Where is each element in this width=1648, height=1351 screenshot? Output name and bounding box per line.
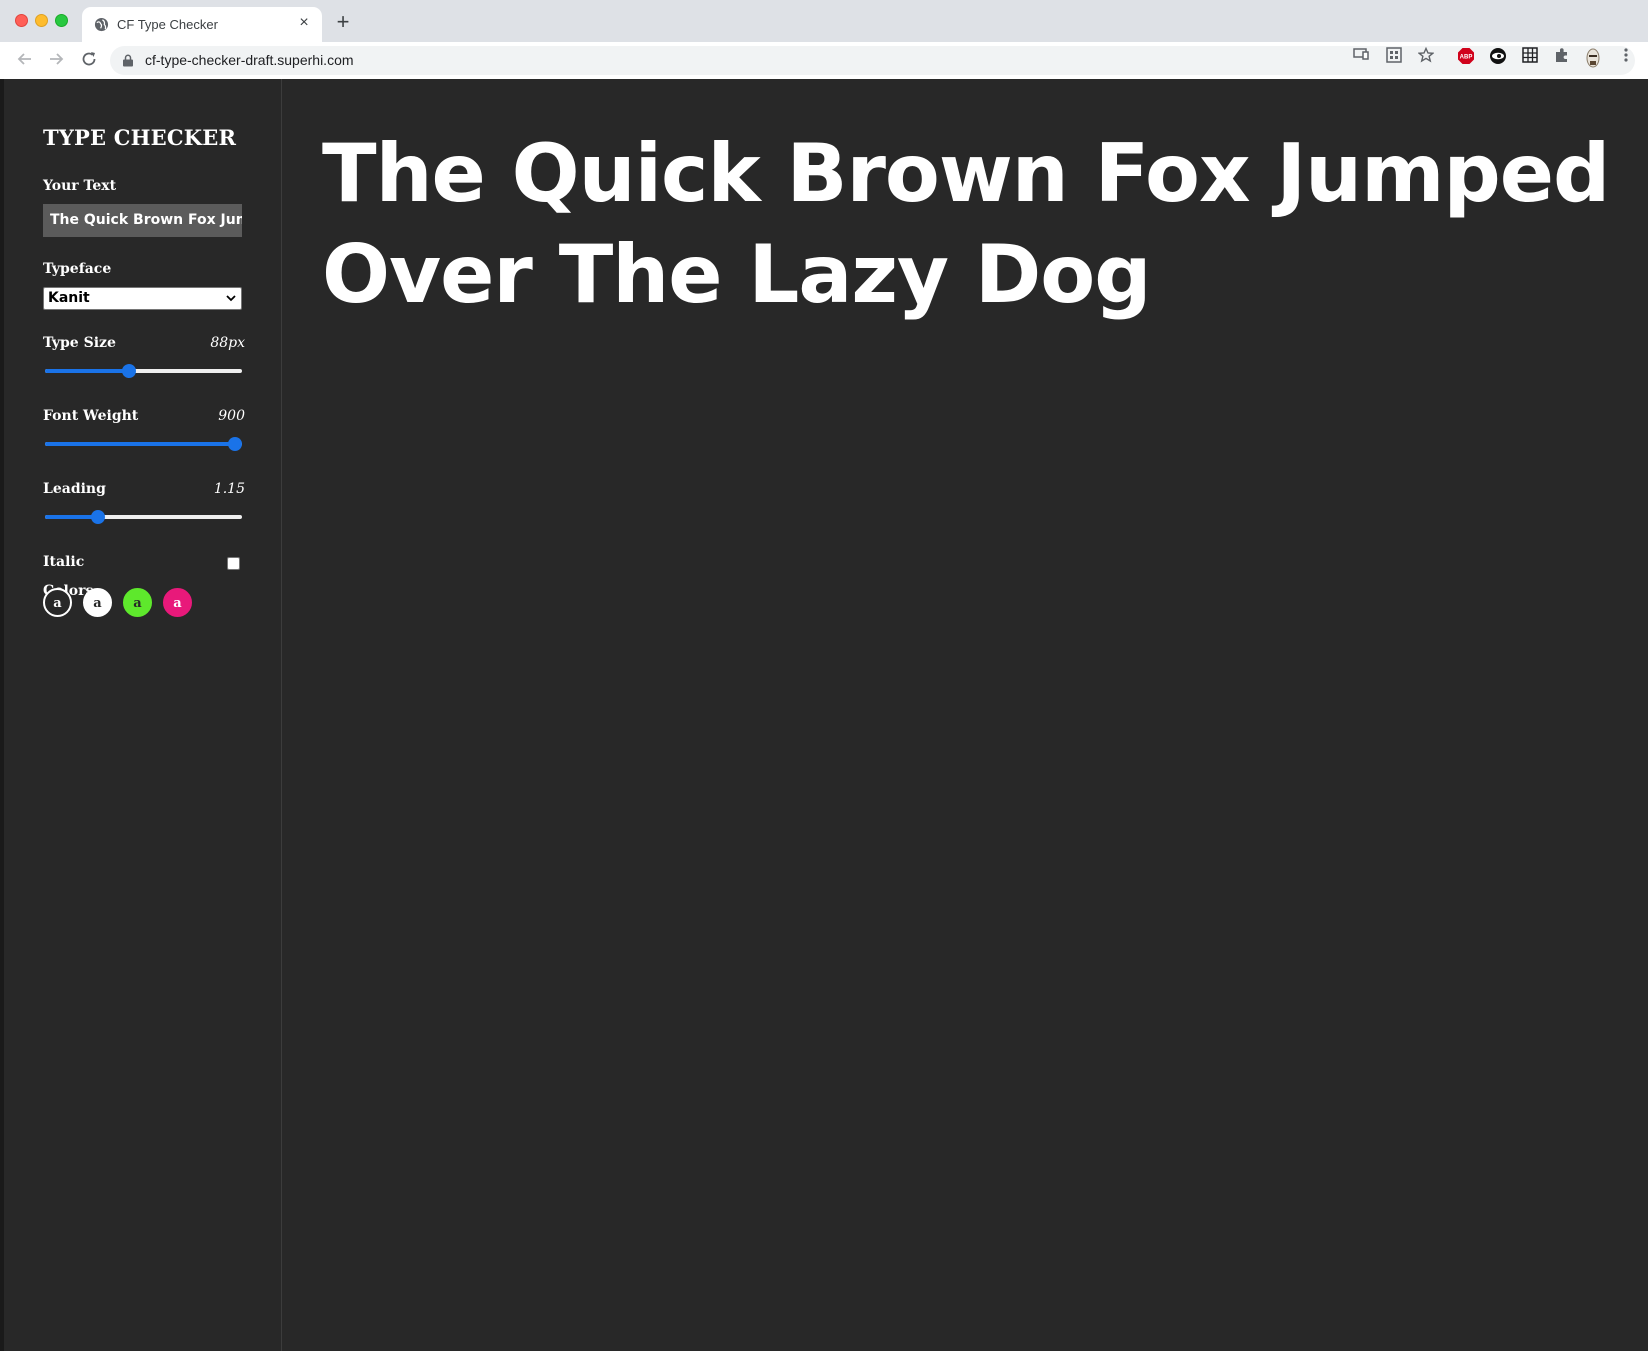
typeface-label: Typeface <box>43 261 112 277</box>
maximize-window-button[interactable] <box>55 14 68 27</box>
color-swatch-dark[interactable]: a <box>43 588 72 617</box>
close-window-button[interactable] <box>15 14 28 27</box>
type-checker-app: TYPE CHECKER Your Text The Quick Brown F… <box>4 79 1648 1351</box>
reload-icon[interactable] <box>79 50 99 70</box>
eye-extension-icon[interactable] <box>1489 47 1507 65</box>
lock-icon <box>123 54 133 67</box>
color-swatch-green[interactable]: a <box>123 588 152 617</box>
new-tab-button[interactable]: + <box>332 11 354 33</box>
italic-label: Italic <box>43 554 85 570</box>
type-size-label: Type Size <box>43 335 116 351</box>
leading-slider[interactable] <box>45 509 242 525</box>
tab-title: CF Type Checker <box>117 17 218 32</box>
svg-text:ABP: ABP <box>1460 55 1473 61</box>
profile-avatar[interactable] <box>1584 47 1602 68</box>
your-text-input[interactable]: The Quick Brown Fox Jumped Over The Lazy… <box>43 204 242 237</box>
type-preview-text: The Quick Brown Fox Jumped Over The Lazy… <box>322 127 1610 321</box>
color-swatch-pink[interactable]: a <box>163 588 192 617</box>
type-size-value: 88px <box>210 335 245 351</box>
grid-extension-icon[interactable] <box>1521 47 1539 65</box>
slider-thumb[interactable] <box>228 437 242 451</box>
app-title: TYPE CHECKER <box>43 125 237 150</box>
address-bar[interactable]: cf-type-checker-draft.superhi.com <box>110 46 1635 75</box>
kebab-menu-icon[interactable] <box>1617 47 1635 65</box>
puzzle-extensions-icon[interactable] <box>1553 47 1571 65</box>
type-size-slider[interactable] <box>45 363 242 379</box>
leading-label: Leading <box>43 481 106 497</box>
your-text-label: Your Text <box>43 178 117 194</box>
browser-tab[interactable]: CF Type Checker × <box>82 7 322 42</box>
back-arrow-icon[interactable] <box>15 50 35 70</box>
cast-icon[interactable] <box>1352 47 1370 65</box>
bookmark-star-icon[interactable] <box>1417 46 1435 65</box>
tab-close-icon[interactable]: × <box>294 13 314 33</box>
typeface-selected-value: Kanit <box>48 290 90 306</box>
browser-tab-bar: CF Type Checker × + <box>0 0 1648 42</box>
font-weight-label: Font Weight <box>43 408 139 424</box>
slider-fill <box>45 369 129 373</box>
qr-icon[interactable] <box>1385 47 1403 65</box>
typeface-select[interactable]: Kanit <box>43 287 242 310</box>
controls-sidebar: TYPE CHECKER Your Text The Quick Brown F… <box>4 79 282 1351</box>
color-swatch-white[interactable]: a <box>83 588 112 617</box>
slider-thumb[interactable] <box>90 510 105 524</box>
slider-fill <box>45 442 235 446</box>
url-text[interactable]: cf-type-checker-draft.superhi.com <box>145 52 354 68</box>
chevron-down-icon <box>226 295 236 302</box>
minimize-window-button[interactable] <box>35 14 48 27</box>
font-weight-slider[interactable] <box>45 436 242 452</box>
font-weight-value: 900 <box>218 408 245 424</box>
browser-toolbar: cf-type-checker-draft.superhi.com ABP <box>0 42 1648 80</box>
slider-fill <box>45 515 98 519</box>
italic-checkbox[interactable] <box>227 557 240 570</box>
leading-value: 1.15 <box>213 481 245 497</box>
adblock-plus-icon[interactable]: ABP <box>1457 47 1475 65</box>
globe-icon <box>94 17 109 32</box>
slider-thumb[interactable] <box>121 364 136 378</box>
forward-arrow-icon[interactable] <box>46 50 66 70</box>
